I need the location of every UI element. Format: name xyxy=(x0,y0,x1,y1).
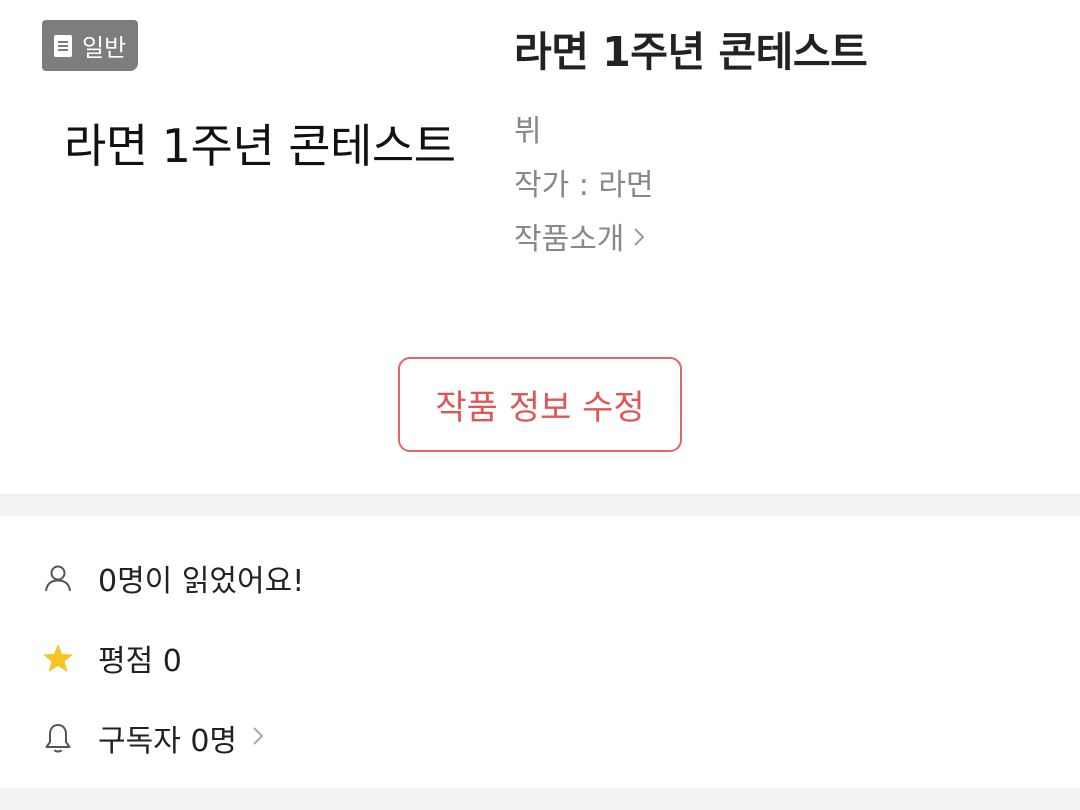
category-badge: 일반 xyxy=(42,20,139,71)
chevron-right-icon xyxy=(632,220,646,260)
section-divider xyxy=(0,494,1080,516)
rating-value: 평점 0 xyxy=(98,644,182,679)
rating-stat: 평점 0 xyxy=(42,636,182,680)
readers-stat: 0명이 읽었어요! xyxy=(42,556,304,600)
star-icon xyxy=(42,642,74,674)
bell-icon xyxy=(42,722,74,754)
work-header: 일반 라면 1주년 콘테스트 라면 1주년 콘테스트 뷔 작가 : 라면 작품소… xyxy=(0,0,1080,494)
work-intro-link[interactable]: 작품소개 xyxy=(514,220,1054,260)
work-author[interactable]: 작가 : 라면 xyxy=(514,166,1054,206)
chevron-right-icon xyxy=(251,721,265,756)
readers-count: 0명이 읽었어요! xyxy=(98,564,305,599)
work-title: 라면 1주년 콘테스트 xyxy=(514,28,868,76)
document-icon xyxy=(52,33,74,59)
subscribers-link[interactable]: 구독자 0명 xyxy=(42,716,265,760)
category-badge-label: 일반 xyxy=(82,34,127,62)
edit-work-info-button[interactable]: 작품 정보 수정 xyxy=(398,357,682,452)
person-icon xyxy=(42,562,74,594)
work-info: 라면 1주년 콘테스트 뷔 작가 : 라면 작품소개 xyxy=(514,24,1054,260)
cover-title: 라면 1주년 콘테스트 xyxy=(64,119,456,173)
work-stats: 0명이 읽었어요! 평점 0 구독자 0명 xyxy=(0,516,1080,788)
subscribers-count: 구독자 0명 xyxy=(98,724,238,759)
work-genre: 뷔 xyxy=(514,114,542,149)
work-intro-label: 작품소개 xyxy=(514,222,625,257)
cover-thumbnail[interactable]: 일반 라면 1주년 콘테스트 xyxy=(42,20,472,280)
section-divider xyxy=(0,788,1080,810)
